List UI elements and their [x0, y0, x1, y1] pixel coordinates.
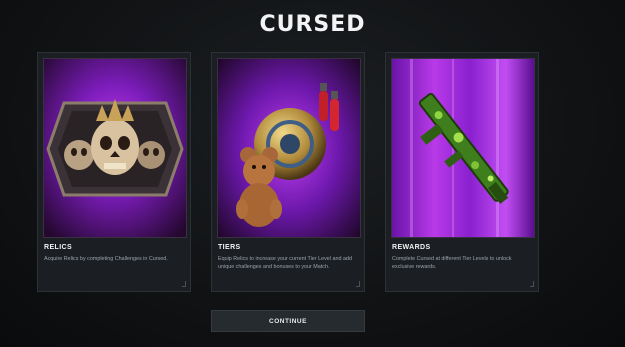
relics-description: Acquire Relics by completing Challenges … — [44, 256, 168, 262]
rewards-description: Complete Cursed at different Tier Levels… — [392, 256, 512, 270]
relics-heading: RELICS — [44, 244, 73, 251]
corner-mark-icon — [530, 281, 534, 287]
rewards-artwork — [391, 58, 535, 238]
corner-mark-icon — [356, 281, 360, 287]
continue-button[interactable]: CONTINUE — [211, 310, 365, 332]
rewards-heading: REWARDS — [392, 244, 431, 251]
tiers-description: Equip Relics to increase your current Ti… — [218, 256, 352, 270]
page-title: CURSED — [259, 12, 366, 37]
rewards-card: REWARDS Complete Cursed at different Tie… — [385, 52, 539, 292]
relics-card: RELICS Acquire Relics by completing Chal… — [37, 52, 191, 292]
tiers-card: TIERS Equip Relics to increase your curr… — [211, 52, 365, 292]
relics-artwork — [43, 58, 187, 238]
tiers-artwork — [217, 58, 361, 238]
tiers-heading: TIERS — [218, 244, 241, 251]
corner-mark-icon — [182, 281, 186, 287]
